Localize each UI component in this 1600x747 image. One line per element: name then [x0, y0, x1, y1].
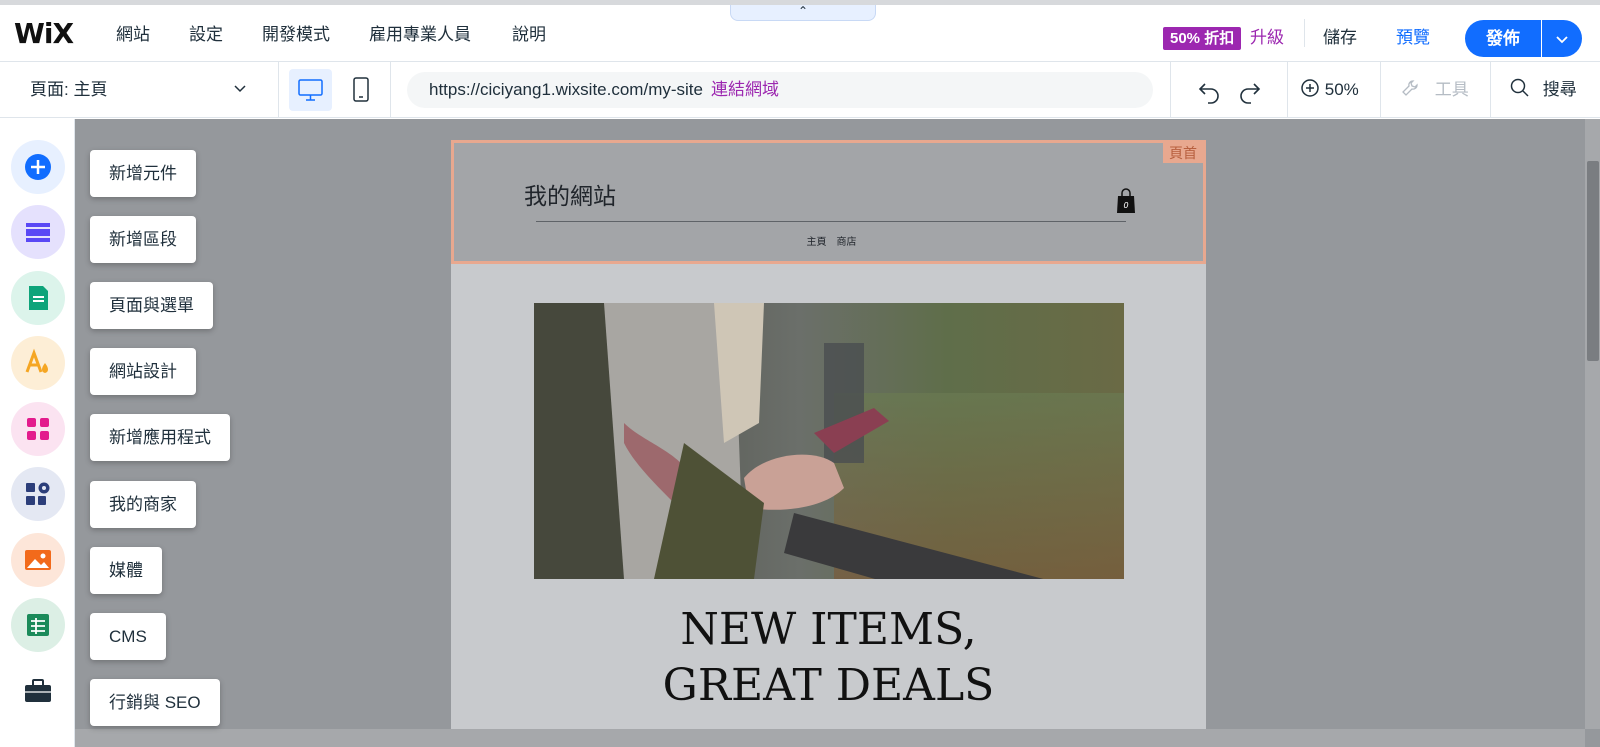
design-icon	[25, 348, 48, 373]
label-marketing-seo[interactable]: 行銷與 SEO	[90, 679, 220, 726]
publish-dropdown-button[interactable]	[1542, 20, 1582, 57]
site-header-section[interactable]: 頁首 我的網站 0 主頁 商店	[451, 140, 1206, 264]
chevron-down-icon	[1556, 36, 1568, 44]
label-add-section[interactable]: 新增區段	[90, 216, 196, 263]
site-design-button[interactable]	[11, 336, 65, 390]
divider	[278, 62, 279, 118]
desktop-view-button[interactable]	[289, 69, 332, 111]
zoom-in-icon	[1301, 79, 1319, 97]
site-url[interactable]: https://ciciyang1.wixsite.com/my-site	[429, 80, 703, 99]
divider	[1380, 62, 1381, 118]
site-url-bar[interactable]: https://ciciyang1.wixsite.com/my-site 連結網…	[407, 72, 1153, 108]
redo-button[interactable]	[1237, 76, 1263, 104]
mobile-icon	[353, 77, 369, 102]
label-media[interactable]: 媒體	[90, 547, 162, 594]
pages-menus-button[interactable]	[11, 271, 65, 325]
nav-link-home[interactable]: 主頁	[807, 237, 827, 248]
menu-site[interactable]: 網站	[116, 23, 150, 47]
label-my-business[interactable]: 我的商家	[90, 481, 196, 528]
label-cms[interactable]: CMS	[90, 613, 166, 660]
svg-text:0: 0	[1123, 201, 1128, 210]
page-selector[interactable]: 頁面: 主頁	[30, 78, 107, 102]
divider	[1490, 62, 1491, 118]
shopping-bag-icon[interactable]: 0	[1115, 187, 1137, 215]
preview-button[interactable]: 預覽	[1396, 25, 1430, 51]
label-pages-menus[interactable]: 頁面與選單	[90, 282, 213, 329]
desktop-icon	[298, 79, 323, 101]
discount-badge[interactable]: 50% 折扣	[1163, 27, 1242, 50]
left-rail	[0, 119, 75, 747]
wrench-icon	[1402, 80, 1418, 96]
zoom-button[interactable]: 50%	[1300, 77, 1359, 103]
menu-hire-professional[interactable]: 雇用專業人員	[369, 23, 471, 47]
scrollbar-thumb[interactable]	[1587, 161, 1599, 361]
site-title[interactable]: 我的網站	[524, 177, 616, 211]
divider	[390, 62, 391, 118]
horizontal-scrollbar[interactable]	[75, 729, 1585, 747]
business-icon	[26, 482, 50, 505]
search-button[interactable]: 搜尋	[1510, 77, 1577, 103]
media-button[interactable]	[11, 533, 65, 587]
cms-icon	[27, 614, 49, 636]
sections-icon	[26, 223, 50, 242]
publish-button[interactable]: 發佈	[1465, 20, 1541, 57]
label-add-apps[interactable]: 新增應用程式	[90, 414, 230, 461]
search-icon	[1510, 78, 1529, 97]
upgrade-link[interactable]: 升級	[1250, 25, 1284, 51]
nav-link-shop[interactable]: 商店	[837, 237, 857, 248]
divider	[1287, 62, 1288, 118]
undo-button[interactable]	[1196, 76, 1222, 104]
label-add-elements[interactable]: 新增元件	[90, 150, 196, 197]
site-page[interactable]: 頁首 我的網站 0 主頁 商店 NEW ITEMS, GREAT DEALS	[451, 140, 1206, 740]
media-icon	[25, 550, 51, 570]
header-divider	[536, 221, 1126, 222]
plus-icon	[25, 154, 51, 180]
hero-heading[interactable]: NEW ITEMS, GREAT DEALS	[451, 602, 1206, 714]
briefcase-icon	[25, 679, 51, 702]
vertical-scrollbar[interactable]	[1585, 119, 1600, 729]
label-site-design[interactable]: 網站設計	[90, 348, 196, 395]
menu-settings[interactable]: 設定	[189, 23, 223, 47]
collapse-topbar-button[interactable]: ⌃	[730, 5, 876, 21]
zoom-level: 50%	[1324, 80, 1359, 99]
save-button[interactable]: 儲存	[1323, 25, 1357, 51]
redo-icon	[1240, 83, 1261, 104]
add-section-button[interactable]	[11, 205, 65, 259]
add-apps-button[interactable]	[11, 402, 65, 456]
top-bar: ⌃ WiX 網站 設定 開發模式 雇用專業人員 說明 50% 折扣 升級 儲存 …	[0, 0, 1600, 62]
connect-domain-link[interactable]: 連結網域	[711, 80, 779, 99]
hero-image[interactable]	[534, 303, 1124, 579]
my-business-button[interactable]	[11, 467, 65, 521]
chevron-up-icon: ⌃	[797, 4, 809, 18]
menu-help[interactable]: 說明	[512, 23, 546, 47]
mobile-view-button[interactable]	[349, 69, 373, 111]
page-icon	[29, 286, 48, 310]
apps-icon	[27, 418, 49, 440]
marketing-seo-button[interactable]	[11, 664, 65, 718]
search-label: 搜尋	[1542, 80, 1577, 99]
site-nav: 主頁 商店	[454, 233, 1209, 248]
divider	[1304, 19, 1305, 47]
chevron-down-icon[interactable]	[232, 80, 248, 100]
tools-button[interactable]: 工具	[1400, 77, 1469, 103]
add-elements-button[interactable]	[11, 140, 65, 194]
tools-label: 工具	[1434, 80, 1469, 99]
editor-toolbar: 頁面: 主頁 https://ciciyang1.wixsite.com/my-…	[0, 62, 1600, 118]
header-tag[interactable]: 頁首	[1163, 143, 1203, 163]
editor-canvas[interactable]: 頁首 我的網站 0 主頁 商店 NEW ITEMS, GREAT DEALS	[75, 119, 1600, 747]
divider	[1170, 62, 1171, 118]
undo-icon	[1198, 83, 1219, 104]
menu-dev-mode[interactable]: 開發模式	[262, 23, 330, 47]
cms-button[interactable]	[11, 598, 65, 652]
wix-logo[interactable]: WiX	[14, 19, 74, 49]
